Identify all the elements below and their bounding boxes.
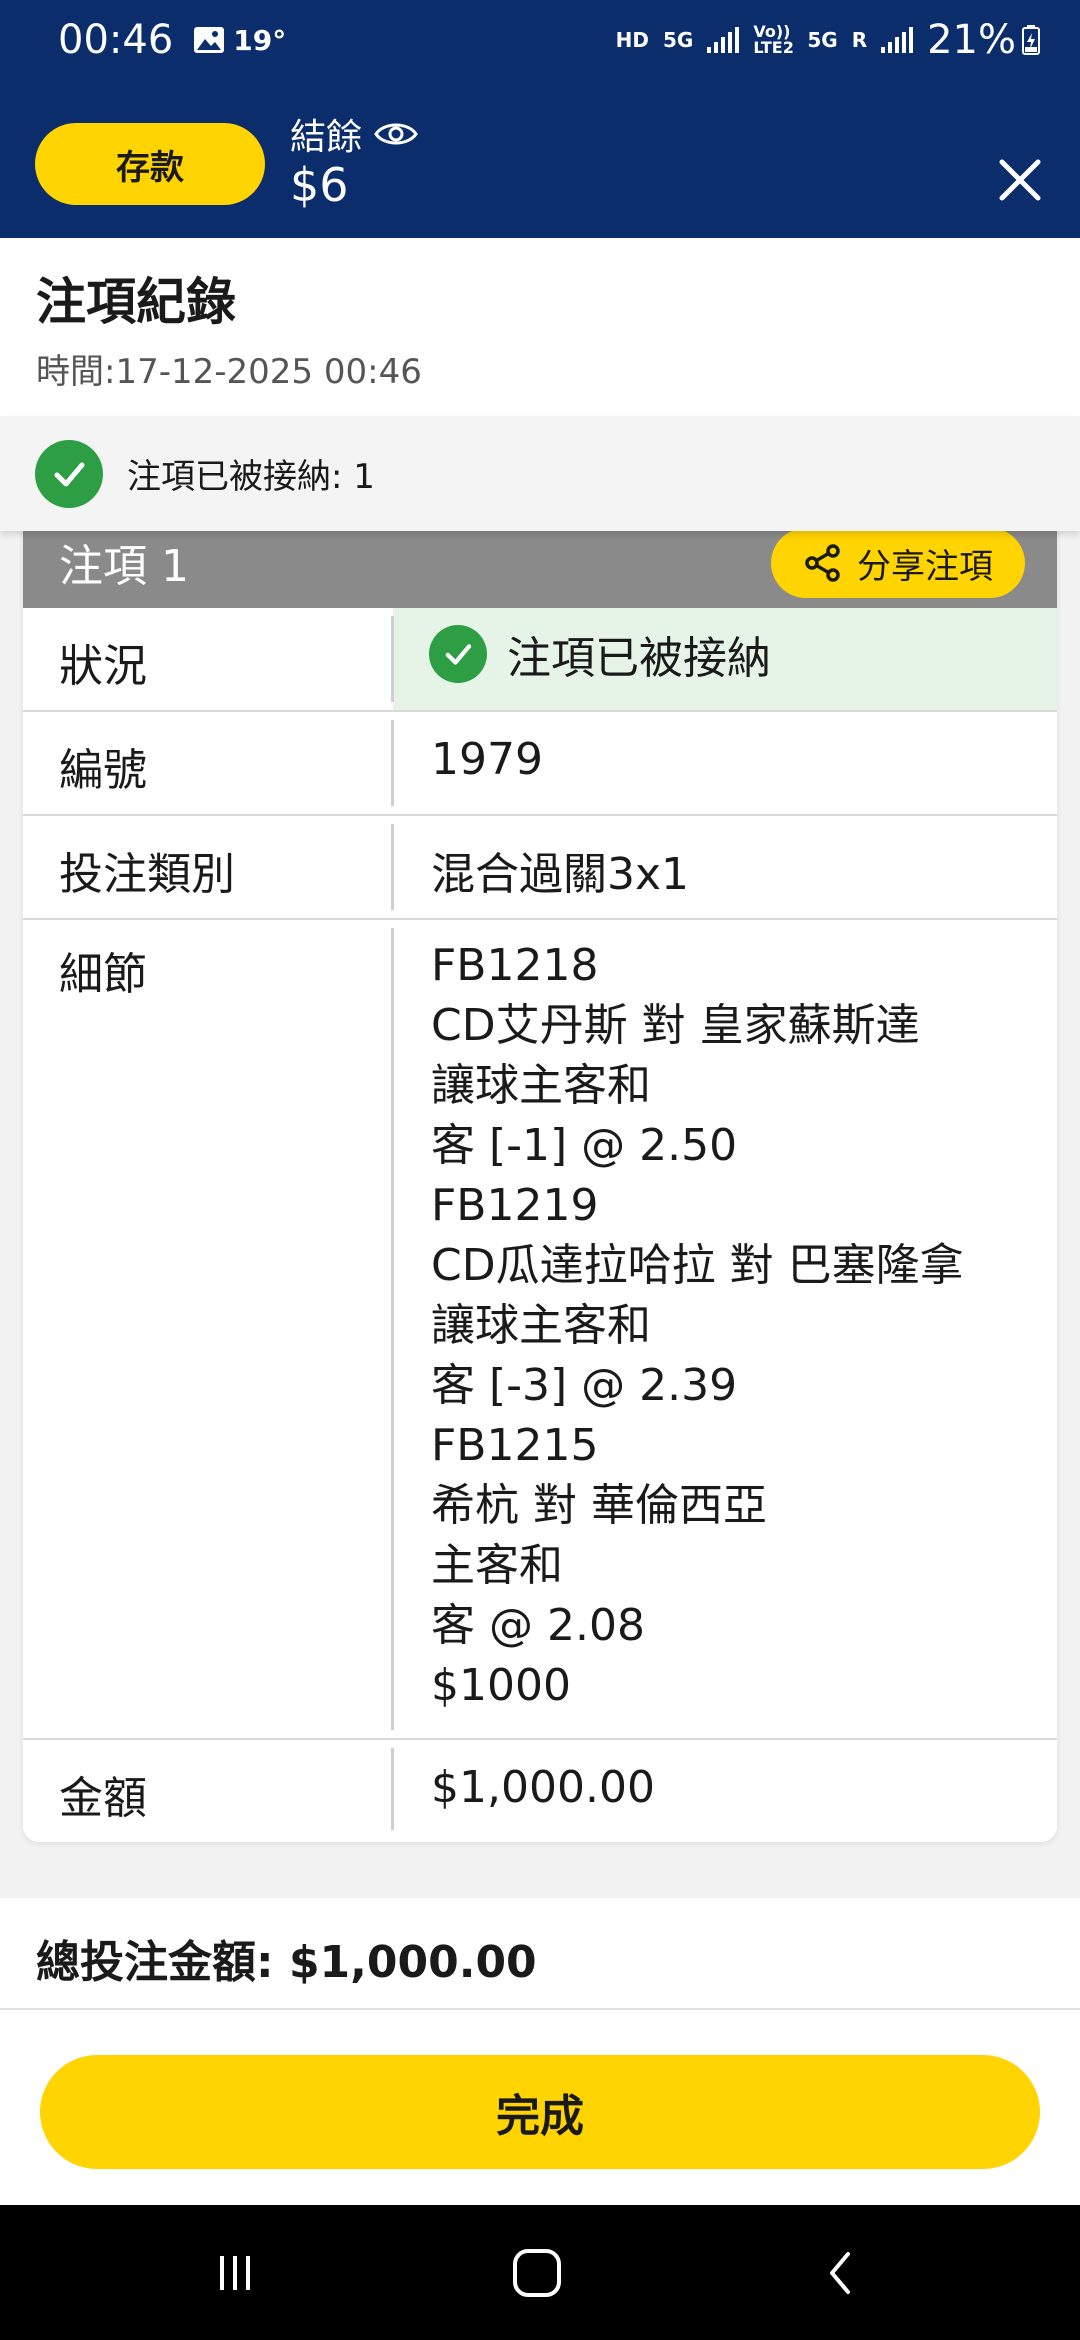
status-time: 00:46	[58, 17, 174, 63]
battery: 21%	[927, 17, 1040, 63]
detail-line: CD艾丹斯 對 皇家蘇斯達	[431, 1000, 920, 1051]
accepted-banner: 注項已被接納: 1	[0, 416, 1080, 531]
status-bar: 00:46 19° HD 5G Vo)) LTE2 5G R 21%	[0, 0, 1080, 80]
deposit-button[interactable]: 存款	[35, 123, 265, 205]
status-left: 00:46 19°	[58, 17, 286, 63]
status-value-group: 注項已被接納	[429, 622, 771, 686]
id-label: 編號	[59, 745, 147, 796]
detail-line: 客 [-1] @ 2.50	[431, 1120, 738, 1171]
bet-card-title: 注項 1	[59, 541, 189, 592]
back-icon[interactable]	[766, 2205, 916, 2340]
balance-value: $6	[290, 158, 349, 212]
detail-lines: FB1218 CD艾丹斯 對 皇家蘇斯達 讓球主客和 客 [-1] @ 2.50…	[431, 936, 964, 1716]
total-label: 總投注金額:	[36, 1937, 274, 1988]
battery-icon	[1022, 25, 1040, 55]
eye-icon[interactable]	[374, 120, 418, 148]
system-nav-bar	[0, 2205, 1080, 2340]
recent-apps-icon[interactable]	[160, 2205, 310, 2340]
amount-label: 金額	[59, 1773, 147, 1824]
amount-value: $1,000.00	[431, 1762, 655, 1813]
status-value: 注項已被接納	[507, 633, 771, 684]
status-right: HD 5G Vo)) LTE2 5G R 21%	[616, 17, 1040, 63]
bottom-actions: 完成	[0, 2010, 1080, 2205]
total-label-group: 總投注金額: $1,000.00	[36, 1926, 537, 1990]
total-section: 總投注金額: $1,000.00	[0, 1898, 1080, 2010]
roaming-indicator: R	[851, 28, 868, 52]
status-row: 狀況 注項已被接納	[23, 608, 1057, 712]
column-divider	[391, 720, 394, 806]
balance-label-group: 結餘	[290, 108, 418, 160]
detail-line: 客 [-3] @ 2.39	[431, 1360, 738, 1411]
home-icon[interactable]	[462, 2205, 612, 2340]
app-header: 存款 結餘 $6	[0, 80, 1080, 238]
close-icon[interactable]	[990, 150, 1050, 210]
detail-line: FB1218	[431, 940, 599, 991]
bet-type-row: 投注類別 混合過關3x1	[23, 816, 1057, 920]
signal-icon	[707, 27, 740, 53]
check-icon	[429, 625, 487, 683]
check-icon	[35, 439, 103, 508]
detail-line: CD瓜達拉哈拉 對 巴塞隆拿	[431, 1240, 964, 1291]
5g-indicator: 5G	[663, 28, 694, 52]
detail-line: FB1215	[431, 1420, 599, 1471]
banner-text: 注項已被接納: 1	[127, 457, 375, 497]
volte-indicator: Vo)) LTE2	[753, 22, 794, 57]
hd-indicator: HD	[615, 28, 649, 52]
column-divider	[391, 928, 394, 1730]
detail-row: 細節 FB1218 CD艾丹斯 對 皇家蘇斯達 讓球主客和 客 [-1] @ 2…	[23, 920, 1057, 1740]
weather: 19°	[193, 24, 286, 57]
column-divider	[391, 824, 394, 910]
balance-label: 結餘	[290, 117, 363, 158]
done-button[interactable]: 完成	[40, 2055, 1040, 2169]
bet-time: 時間:17-12-2025 00:46	[36, 352, 422, 392]
temperature: 19°	[233, 23, 287, 57]
share-icon	[805, 544, 840, 582]
bet-type-value: 混合過關3x1	[431, 849, 690, 900]
page-title: 注項紀錄	[36, 273, 236, 331]
title-section: 注項紀錄 時間:17-12-2025 00:46	[0, 238, 1080, 416]
detail-line: 讓球主客和	[431, 1060, 651, 1111]
5g-indicator-2: 5G	[807, 28, 838, 52]
signal-icon-2	[881, 27, 914, 53]
column-divider	[391, 1748, 394, 1830]
id-value: 1979	[431, 734, 543, 785]
detail-line: 讓球主客和	[431, 1300, 651, 1351]
bet-type-label: 投注類別	[59, 849, 235, 900]
status-label: 狀況	[59, 641, 147, 692]
bet-card: 注項 1 分享注項 狀況 注項已被接納 編號 1979 投注類別 混合過關3x1…	[23, 500, 1057, 1842]
detail-line: 希杭 對 華倫西亞	[431, 1480, 767, 1531]
share-label: 分享注項	[857, 546, 993, 587]
detail-line: 主客和	[431, 1540, 563, 1591]
share-bet-button[interactable]: 分享注項	[771, 528, 1025, 598]
column-divider	[391, 616, 394, 702]
detail-line: 客 @ 2.08	[431, 1600, 645, 1651]
detail-label: 細節	[59, 949, 147, 1000]
detail-line: $1000	[431, 1660, 571, 1711]
total-value: $1,000.00	[288, 1937, 537, 1988]
battery-level: 21%	[927, 17, 1016, 63]
detail-line: FB1219	[431, 1180, 599, 1231]
id-row: 編號 1979	[23, 712, 1057, 816]
amount-row: 金額 $1,000.00	[23, 1740, 1057, 1840]
image-icon	[194, 27, 225, 53]
